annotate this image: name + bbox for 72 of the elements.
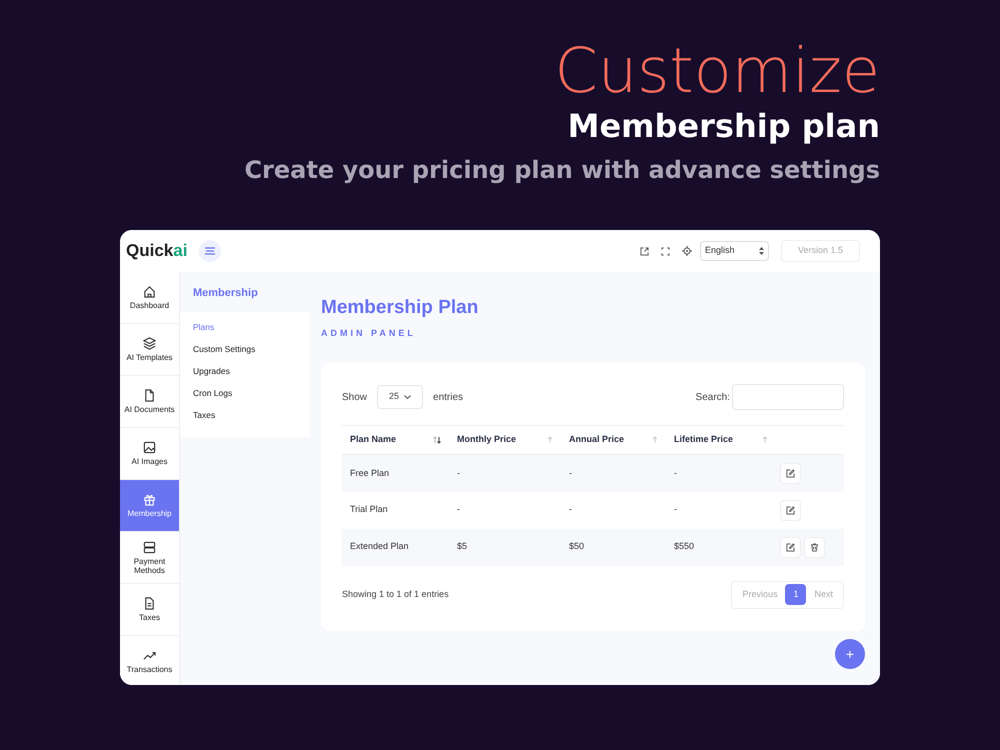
table-cell: - bbox=[569, 504, 572, 514]
column-header[interactable]: Lifetime Price bbox=[674, 433, 734, 447]
sidebar-item[interactable]: AI Templates bbox=[120, 324, 179, 376]
page-title: Membership Plan bbox=[321, 296, 480, 320]
headline-tagline: Create your pricing plan with advance settings bbox=[244, 155, 880, 186]
file-icon bbox=[143, 389, 156, 402]
table-cell: - bbox=[457, 468, 460, 478]
submenu-item[interactable]: Custom Settings bbox=[193, 342, 310, 356]
table-cell: - bbox=[674, 468, 677, 478]
gift-icon bbox=[143, 493, 156, 506]
column-header[interactable]: Annual Price bbox=[569, 433, 624, 447]
sort-up-icon bbox=[652, 436, 658, 444]
sidebar-item[interactable]: Membership bbox=[120, 480, 179, 532]
target-icon[interactable] bbox=[682, 246, 692, 256]
document-icon bbox=[143, 597, 156, 610]
sort-icon bbox=[433, 436, 441, 444]
table-cell: Trial Plan bbox=[350, 504, 388, 514]
updown-icon bbox=[759, 247, 764, 255]
sidebar-item[interactable]: Dashboard bbox=[120, 272, 179, 324]
table-info: Showing 1 to 1 of 1 entries bbox=[342, 588, 449, 601]
submenu-item[interactable]: Upgrades bbox=[193, 364, 310, 378]
language-select[interactable]: English bbox=[700, 241, 769, 261]
sidebar-item[interactable]: AI Documents bbox=[120, 376, 179, 428]
table-cell: Extended Plan bbox=[350, 541, 409, 552]
menu-button[interactable] bbox=[199, 240, 222, 262]
page-size-select[interactable]: 25 bbox=[377, 385, 424, 409]
table-cell: $550 bbox=[674, 541, 694, 552]
headline-subtitle: Membership plan bbox=[568, 106, 880, 146]
table-cell: $5 bbox=[457, 541, 468, 552]
version-label: Version 1.5 bbox=[781, 240, 860, 262]
trash-icon bbox=[810, 542, 819, 552]
table-cell: - bbox=[674, 504, 677, 514]
column-header[interactable]: Plan Name bbox=[350, 433, 396, 447]
server-icon bbox=[143, 540, 156, 554]
column-header[interactable]: Monthly Price bbox=[457, 433, 516, 447]
submenu-item[interactable]: Taxes bbox=[193, 408, 310, 422]
edit-icon bbox=[786, 506, 795, 514]
search-label: Search: bbox=[696, 390, 730, 404]
table-cell: $50 bbox=[569, 541, 584, 552]
table-cell: Free Plan bbox=[350, 468, 390, 478]
edit-icon bbox=[786, 542, 795, 552]
show-label: Show bbox=[342, 390, 368, 404]
menu-icon bbox=[205, 247, 216, 255]
trend-icon bbox=[143, 649, 156, 662]
fullscreen-icon[interactable] bbox=[661, 246, 670, 256]
sidebar-item[interactable]: Transactions bbox=[120, 636, 179, 685]
page-button[interactable]: 1 bbox=[785, 584, 806, 605]
external-link-icon[interactable] bbox=[640, 246, 649, 256]
page-subtitle: ADMIN PANEL bbox=[321, 326, 417, 340]
logo: Quickai bbox=[126, 240, 188, 262]
table-cell: - bbox=[457, 504, 460, 514]
chevron-down-icon bbox=[404, 395, 412, 399]
edit-icon bbox=[786, 468, 795, 478]
sort-up-icon bbox=[547, 436, 553, 444]
edit-button[interactable] bbox=[780, 462, 801, 484]
search-field[interactable] bbox=[732, 384, 844, 410]
sidebar-item[interactable]: Taxes bbox=[120, 584, 179, 636]
sidebar-item[interactable]: Payment Methods bbox=[120, 532, 179, 584]
submenu-item[interactable]: Plans bbox=[193, 320, 310, 334]
entries-label: entries bbox=[433, 390, 464, 404]
edit-button[interactable] bbox=[780, 536, 801, 558]
headline-title: Customize bbox=[554, 36, 880, 106]
table-cell: - bbox=[569, 468, 572, 478]
home-icon bbox=[143, 285, 156, 298]
add-button[interactable]: + bbox=[835, 639, 865, 669]
submenu-item[interactable]: Cron Logs bbox=[193, 386, 310, 400]
delete-button[interactable] bbox=[804, 536, 825, 558]
submenu-title: Membership bbox=[180, 272, 310, 312]
image-icon bbox=[143, 441, 156, 454]
edit-button[interactable] bbox=[780, 500, 801, 520]
layers-icon bbox=[143, 337, 156, 350]
sort-up-icon bbox=[762, 436, 768, 444]
